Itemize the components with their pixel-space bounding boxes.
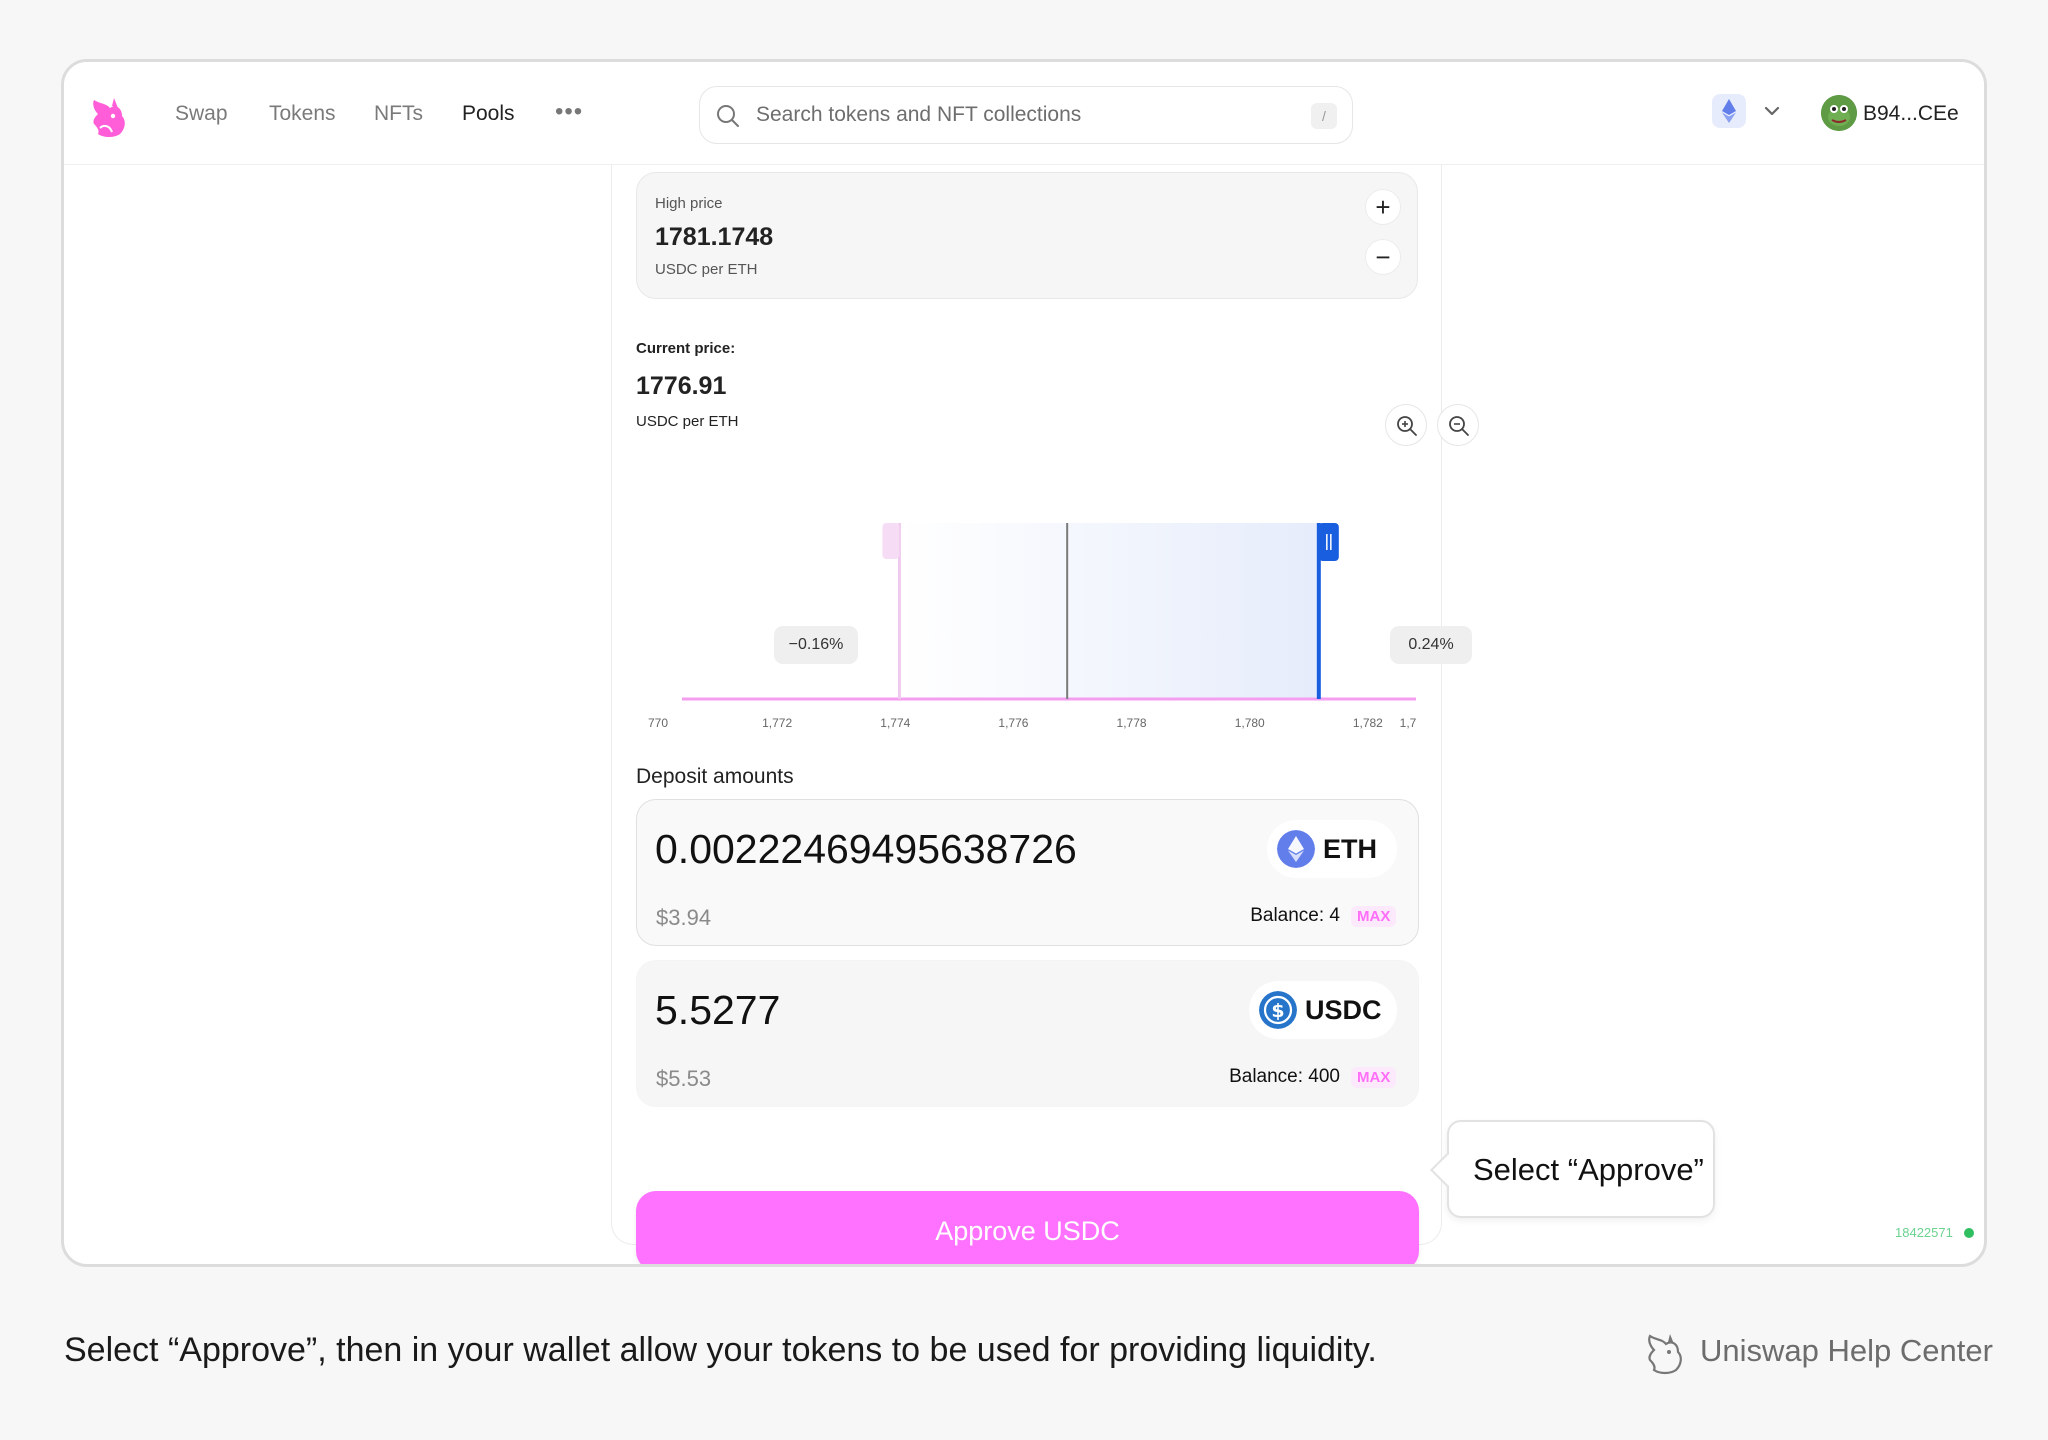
callout-text: Select “Approve” bbox=[1473, 1152, 1704, 1187]
zoom-in-button[interactable] bbox=[1385, 404, 1427, 446]
range-low-handle[interactable] bbox=[882, 523, 900, 559]
eth-amount-input[interactable] bbox=[655, 826, 1215, 873]
usdc-max-button[interactable]: MAX bbox=[1351, 1067, 1397, 1088]
eth-balance: Balance: 4 bbox=[1250, 905, 1340, 926]
zoom-out-icon bbox=[1449, 416, 1469, 436]
x-tick-label: 1,772 bbox=[762, 716, 792, 730]
more-menu-icon[interactable]: ••• bbox=[555, 98, 583, 126]
nav-link-tokens[interactable]: Tokens bbox=[269, 102, 336, 126]
x-tick-label: 1,774 bbox=[880, 716, 910, 730]
eth-deposit-box: $3.94 ETH Balance: 4 MAX bbox=[636, 799, 1419, 946]
account-address: B94...CEe bbox=[1863, 102, 1959, 125]
x-tick-label: 1,780 bbox=[1235, 716, 1265, 730]
increase-high-price-button[interactable]: + bbox=[1365, 189, 1401, 225]
x-tick-label: 1,776 bbox=[998, 716, 1028, 730]
status-dot bbox=[1964, 1228, 1974, 1238]
deposit-amounts-title: Deposit amounts bbox=[636, 765, 794, 788]
range-high-percent-badge: 0.24% bbox=[1390, 626, 1472, 664]
avatar bbox=[1821, 95, 1857, 131]
usdc-icon: $ bbox=[1259, 991, 1297, 1029]
high-price-unit: USDC per ETH bbox=[655, 261, 758, 278]
high-price-value[interactable]: 1781.1748 bbox=[655, 223, 773, 252]
current-price-label: Current price: bbox=[636, 340, 736, 357]
top-nav: Swap Tokens NFTs Pools ••• / bbox=[64, 62, 1984, 165]
eth-usd-value: $3.94 bbox=[656, 905, 712, 930]
instruction-callout: Select “Approve” bbox=[1430, 1120, 1715, 1218]
range-low-percent-badge: −0.16% bbox=[774, 626, 858, 664]
search-input[interactable] bbox=[756, 96, 1276, 134]
search-shortcut-badge: / bbox=[1311, 103, 1337, 129]
price-range-chart[interactable]: 770 1,772 1,774 1,776 1,778 1,780 1,782 1,7 −0.… bbox=[636, 453, 1472, 758]
eth-symbol: ETH bbox=[1323, 834, 1377, 864]
current-price-value: 1776.91 bbox=[636, 372, 727, 400]
zoom-out-button[interactable] bbox=[1437, 404, 1479, 446]
zoom-in-icon bbox=[1397, 416, 1417, 436]
eth-max-button[interactable]: MAX bbox=[1351, 906, 1397, 927]
usdc-usd-value: $5.53 bbox=[656, 1066, 712, 1091]
nav-link-pools[interactable]: Pools bbox=[462, 102, 515, 126]
search-icon bbox=[717, 105, 739, 127]
current-price-unit: USDC per ETH bbox=[636, 413, 739, 430]
selected-range-area bbox=[899, 523, 1319, 699]
usdc-token-selector[interactable]: $ USDC bbox=[1249, 981, 1397, 1039]
usdc-symbol: USDC bbox=[1305, 995, 1382, 1025]
add-liquidity-panel: High price 1781.1748 USDC per ETH + − Cu… bbox=[611, 165, 1479, 1264]
search-bar[interactable]: / bbox=[699, 86, 1353, 144]
high-price-label: High price bbox=[655, 195, 723, 212]
usdc-balance: Balance: 400 bbox=[1229, 1066, 1340, 1087]
uniswap-unicorn-icon bbox=[1648, 1334, 1682, 1375]
caption-text: Select “Approve”, then in your wallet al… bbox=[64, 1331, 1377, 1369]
block-number: 18422571 bbox=[1895, 1225, 1953, 1240]
usdc-amount-input[interactable] bbox=[655, 987, 1215, 1034]
x-tick-label: 1,782 bbox=[1353, 716, 1383, 730]
help-center-label: Uniswap Help Center bbox=[1700, 1333, 1993, 1368]
browser-frame: Swap Tokens NFTs Pools ••• / bbox=[61, 59, 1987, 1267]
network-selector[interactable] bbox=[1712, 94, 1746, 128]
usdc-deposit-box: $5.53 $ USDC Balance: 400 MAX bbox=[636, 960, 1419, 1107]
approve-usdc-button[interactable]: Approve USDC bbox=[636, 1191, 1419, 1264]
uniswap-unicorn-icon[interactable] bbox=[86, 94, 130, 140]
chevron-down-icon[interactable] bbox=[1759, 98, 1785, 124]
price-range-chart-svg[interactable]: 770 1,772 1,774 1,776 1,778 1,780 1,782 1,7 bbox=[636, 453, 1419, 753]
nav-link-nfts[interactable]: NFTs bbox=[374, 102, 423, 126]
range-high-handle[interactable] bbox=[1318, 523, 1339, 561]
x-tick-label: 770 bbox=[648, 716, 668, 730]
ethereum-icon bbox=[1277, 830, 1315, 868]
ethereum-icon bbox=[1722, 99, 1736, 123]
eth-token-selector[interactable]: ETH bbox=[1267, 820, 1397, 878]
x-tick-label: 1,778 bbox=[1117, 716, 1147, 730]
nav-link-swap[interactable]: Swap bbox=[175, 102, 228, 126]
x-tick-label: 1,7 bbox=[1400, 716, 1417, 730]
decrease-high-price-button[interactable]: − bbox=[1365, 239, 1401, 275]
svg-text:$: $ bbox=[1271, 1000, 1284, 1022]
high-price-box: High price 1781.1748 USDC per ETH + − bbox=[636, 172, 1418, 299]
